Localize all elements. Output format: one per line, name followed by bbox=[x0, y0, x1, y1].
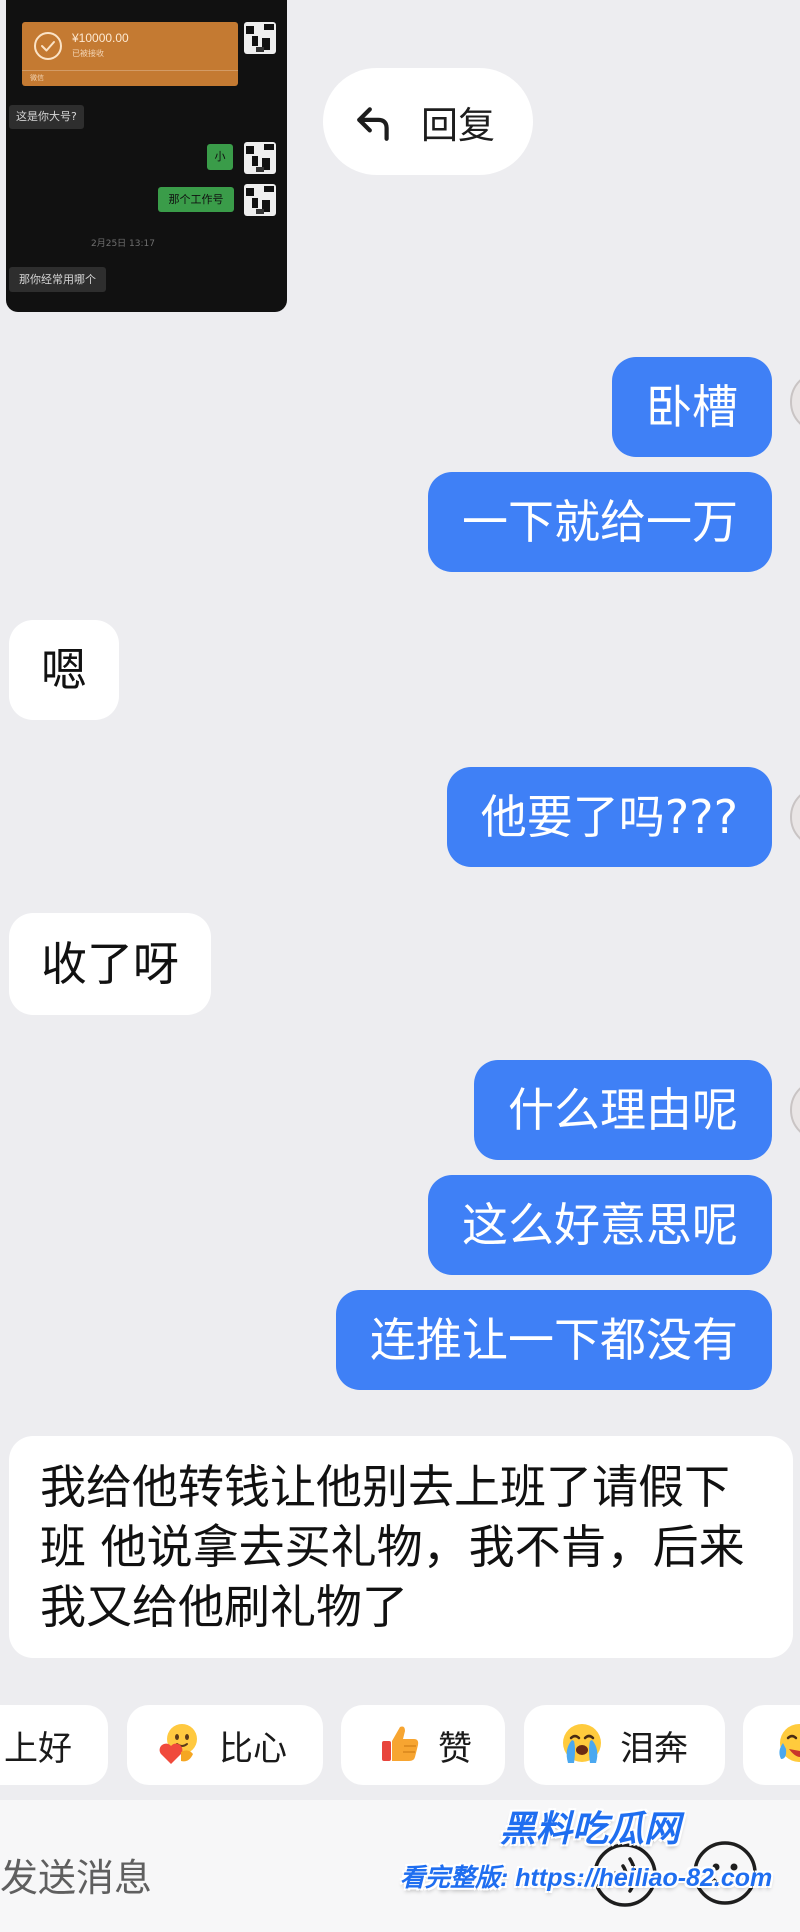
avatar bbox=[244, 22, 276, 54]
quoted-incoming-message: 这是你大号? bbox=[9, 105, 84, 129]
my-avatar[interactable] bbox=[789, 370, 800, 434]
transfer-amount: ¥10000.00 bbox=[72, 31, 129, 45]
quick-reaction-chip-leiben[interactable]: 泪奔 bbox=[524, 1705, 725, 1785]
outgoing-message-bubble[interactable]: 什么理由呢 bbox=[474, 1060, 772, 1160]
outgoing-message-bubble[interactable]: 卧槽 bbox=[612, 357, 772, 457]
voice-icon[interactable] bbox=[592, 1842, 658, 1908]
quoted-outgoing-message: 那个工作号 bbox=[158, 187, 234, 212]
outgoing-message-bubble[interactable]: 他要了吗??? bbox=[446, 767, 772, 867]
quoted-timestamp: 2月25日 13:17 bbox=[91, 239, 155, 249]
incoming-message-bubble[interactable]: 我给他转钱让他别去上班了请假下 班 他说拿去买礼物，我不肯，后来 我又给他刷礼物… bbox=[9, 1436, 793, 1658]
message-input[interactable] bbox=[0, 1850, 560, 1906]
quick-reaction-chip-zan[interactable]: 赞 bbox=[341, 1705, 505, 1785]
outgoing-message-bubble[interactable]: 这么好意思呢 bbox=[428, 1175, 772, 1275]
outgoing-message-bubble[interactable]: 一下就给一万 bbox=[428, 472, 772, 572]
avatar bbox=[244, 184, 276, 216]
avatar bbox=[244, 142, 276, 174]
message-line: 我给他转钱让他别去上班了请假下 bbox=[40, 1460, 730, 1514]
quick-reaction-label: 上好 bbox=[4, 1728, 72, 1769]
message-line: 班 他说拿去买礼物，我不肯，后来 bbox=[40, 1520, 745, 1574]
thumbs-up-emoji-icon bbox=[376, 1719, 424, 1771]
message-line: 我又给他刷礼物了 bbox=[40, 1580, 408, 1634]
composer-bar bbox=[0, 1800, 800, 1932]
crying-face-emoji-icon bbox=[558, 1719, 606, 1771]
quick-reaction-chip[interactable] bbox=[743, 1705, 800, 1785]
quick-reaction-label: 赞 bbox=[438, 1728, 472, 1769]
quick-reaction-label: 比心 bbox=[219, 1728, 287, 1769]
quick-reaction-chip[interactable]: 上好 bbox=[0, 1705, 108, 1785]
quick-reaction-chip-bixin[interactable]: 比心 bbox=[127, 1705, 323, 1785]
quick-reaction-label: 泪奔 bbox=[620, 1728, 688, 1769]
my-avatar[interactable] bbox=[789, 1078, 800, 1142]
check-circle-icon bbox=[32, 30, 64, 62]
incoming-message-bubble[interactable]: 收了呀 bbox=[9, 913, 211, 1015]
my-avatar[interactable] bbox=[789, 785, 800, 849]
transfer-source: 微信 bbox=[30, 74, 44, 82]
heart-hands-emoji-icon bbox=[155, 1719, 203, 1771]
transfer-status: 已被接收 bbox=[72, 49, 104, 58]
transfer-footer: 微信 bbox=[22, 70, 238, 86]
transfer-card: ¥10000.00 已被接收 微信 bbox=[22, 22, 238, 86]
reply-button[interactable]: 回复 bbox=[323, 68, 533, 175]
quoted-incoming-message: 那你经常用哪个 bbox=[9, 267, 106, 292]
quoted-outgoing-message: 小 bbox=[207, 144, 233, 170]
smiley-icon[interactable] bbox=[692, 1840, 758, 1906]
tears-of-joy-emoji-icon bbox=[775, 1719, 800, 1771]
outgoing-message-bubble[interactable]: 连推让一下都没有 bbox=[336, 1290, 772, 1390]
incoming-message-bubble[interactable]: 嗯 bbox=[9, 620, 119, 720]
reply-label: 回复 bbox=[421, 103, 495, 147]
quoted-chat-screenshot[interactable]: ¥10000.00 已被接收 微信 这是你大号? 小 那个工作号 2月25日 1… bbox=[6, 0, 287, 312]
reply-arrow-icon bbox=[353, 101, 395, 143]
